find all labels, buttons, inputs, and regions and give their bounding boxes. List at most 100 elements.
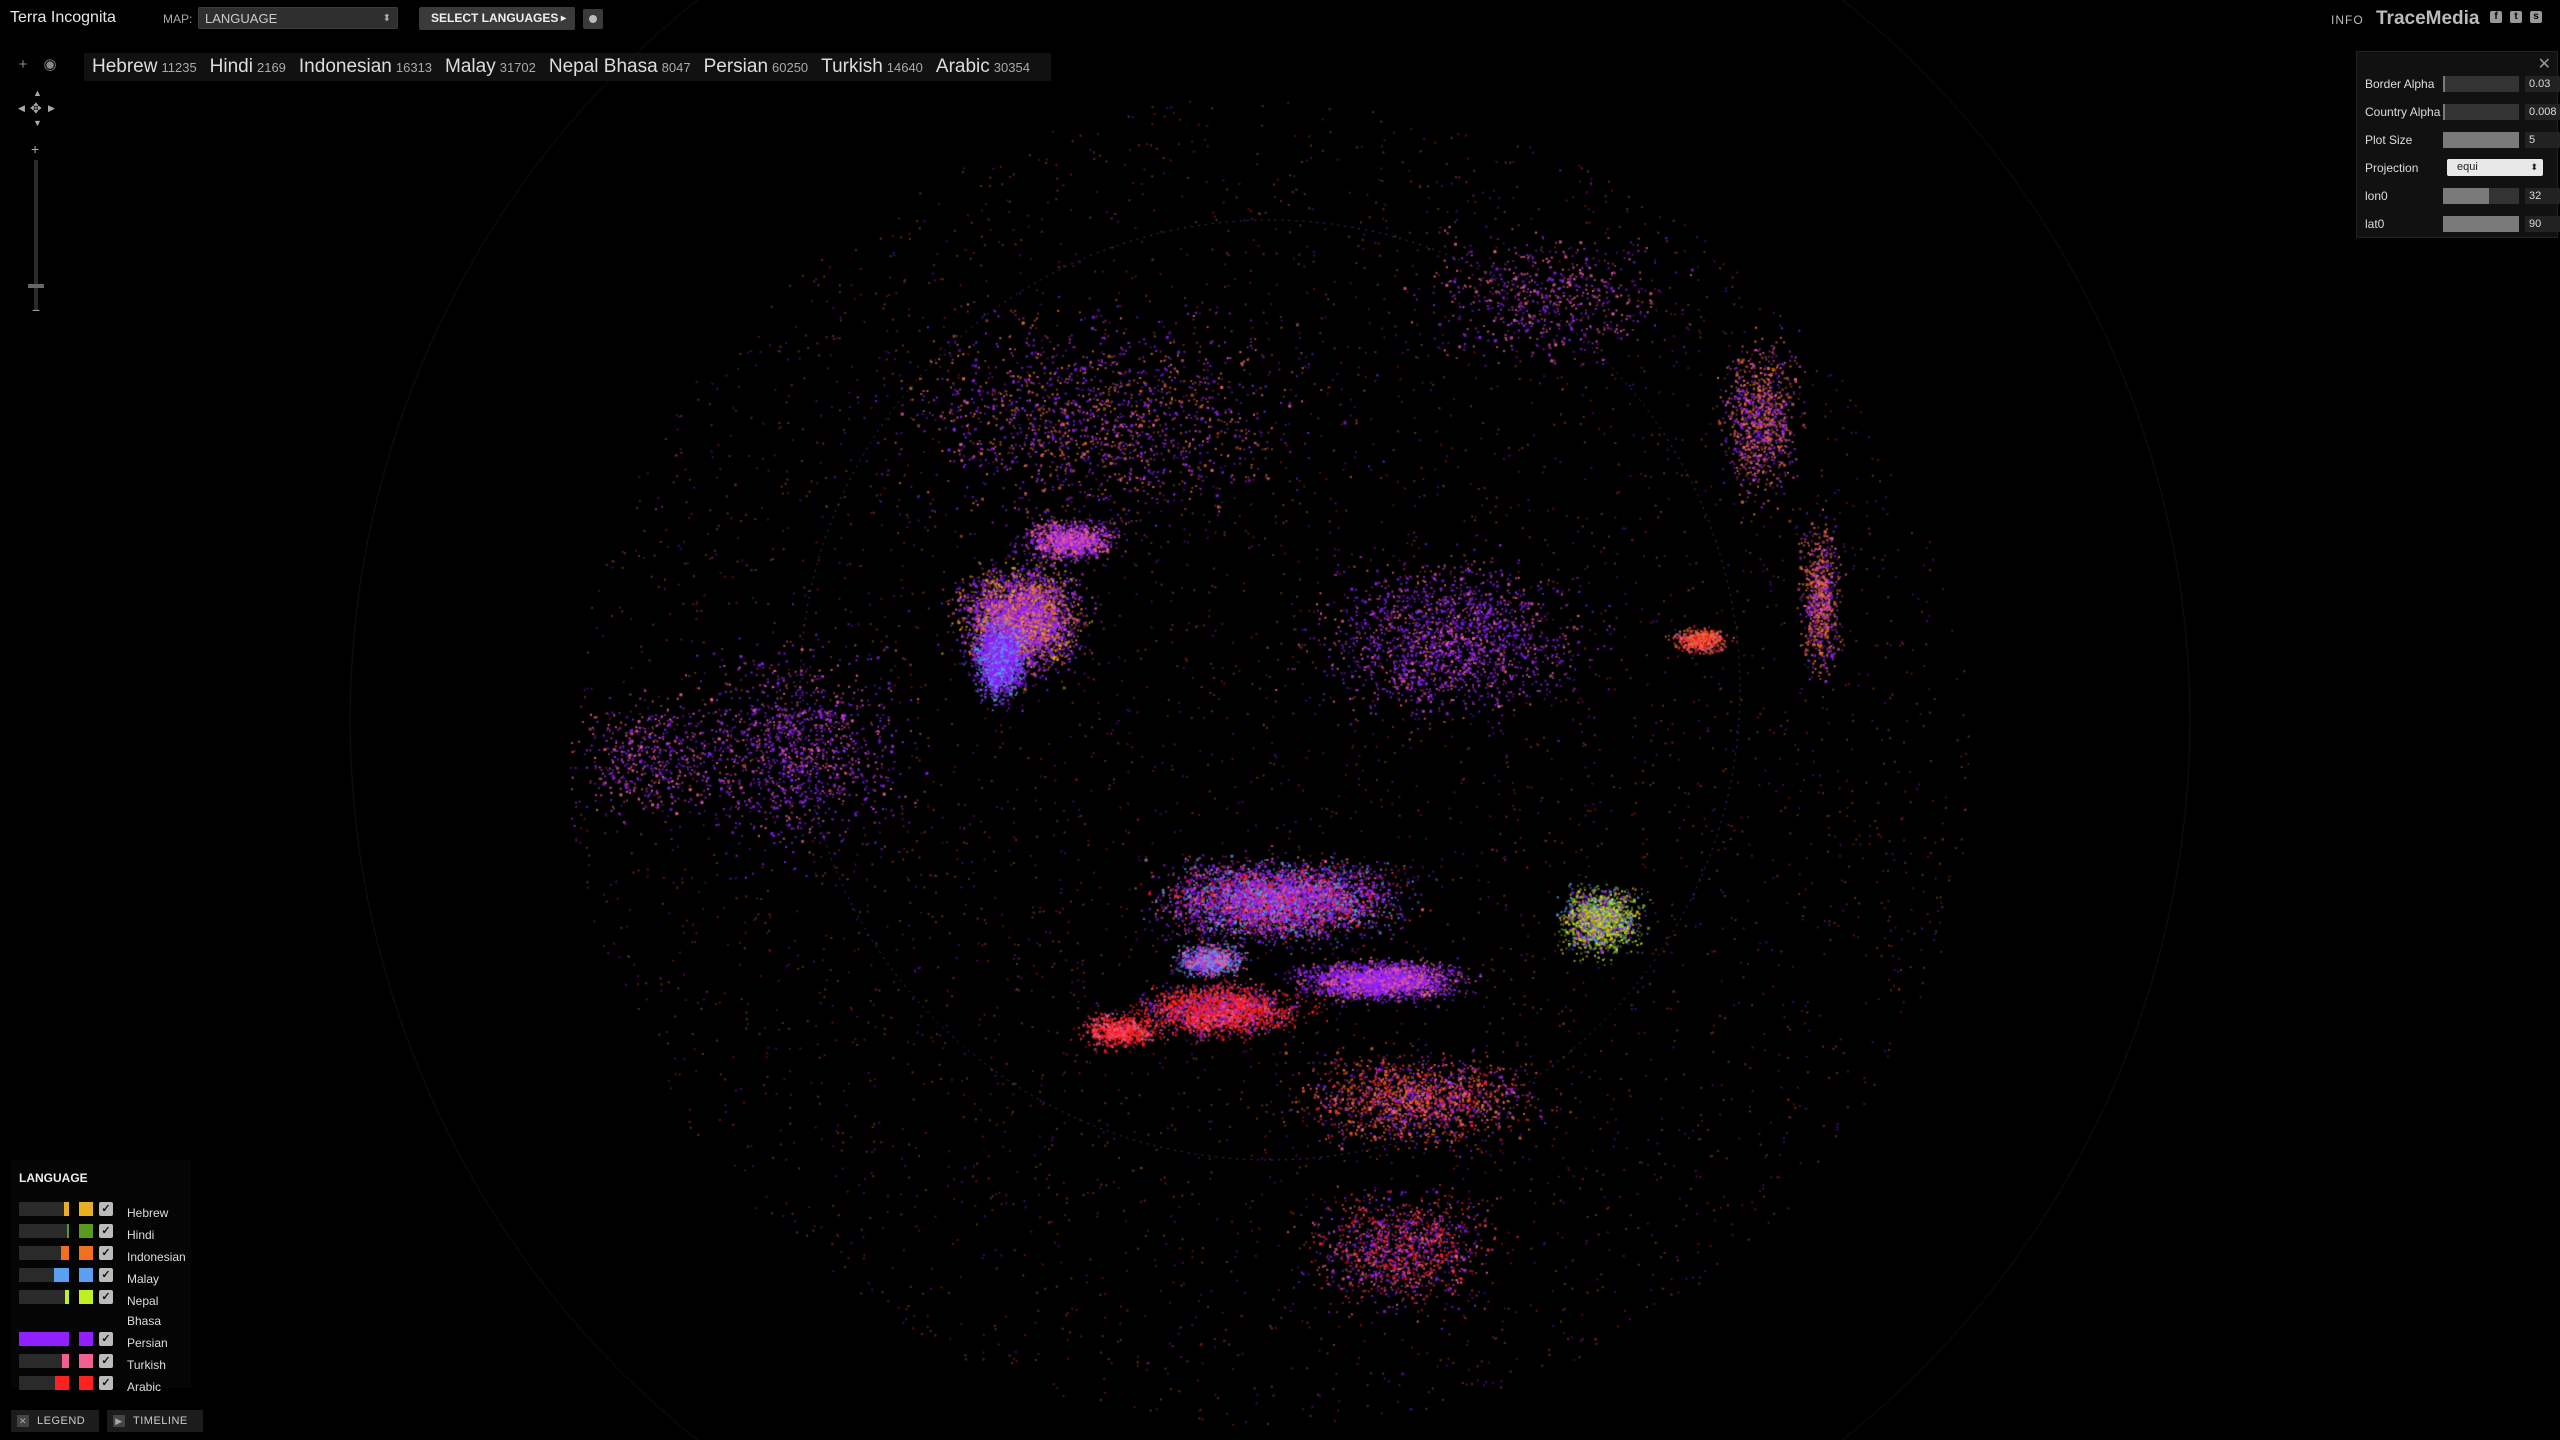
pan-down-icon[interactable]: ▼	[33, 118, 42, 128]
facebook-icon[interactable]: f	[2490, 11, 2502, 23]
timeline-button[interactable]: ▶ TIMELINE	[107, 1410, 203, 1432]
checkbox[interactable]: ✓	[99, 1354, 113, 1368]
border-alpha-fill	[2443, 76, 2445, 92]
projection-row: Projection equi ⬍	[2365, 157, 2555, 177]
eye-icon[interactable]: ◉	[39, 57, 61, 73]
legend-bar-track	[19, 1246, 69, 1260]
checkbox[interactable]: ✓	[99, 1268, 113, 1282]
color-swatch[interactable]	[79, 1202, 93, 1216]
checkbox[interactable]: ✓	[99, 1224, 113, 1238]
color-swatch[interactable]	[79, 1290, 93, 1304]
legend-label: Nepal Bhasa	[127, 1294, 162, 1328]
select-caret-icon: ⬍	[2530, 162, 2538, 172]
lon0-row: lon0 32	[2365, 185, 2560, 205]
legend-row-hindi[interactable]: ✓ Hindi	[19, 1222, 189, 1242]
map-select[interactable]: LANGUAGE ⬍	[198, 7, 398, 29]
lang-entry-hindi[interactable]: Hindi 2169	[210, 53, 286, 82]
country-alpha-slider[interactable]	[2443, 104, 2519, 120]
zoom-out-icon[interactable]: −	[32, 302, 40, 318]
checkbox[interactable]: ✓	[99, 1202, 113, 1216]
legend-button[interactable]: ✕ LEGEND	[11, 1410, 99, 1432]
plot-size-value[interactable]: 5	[2525, 132, 2560, 148]
close-icon: ✕	[17, 1415, 29, 1428]
plus-icon[interactable]: +	[12, 57, 34, 73]
lat0-slider[interactable]	[2443, 216, 2519, 232]
plot-size-slider[interactable]	[2443, 132, 2519, 148]
zoom-in-icon[interactable]: +	[31, 141, 39, 157]
pan-left-icon[interactable]: ◀	[18, 103, 25, 114]
legend-row-persian[interactable]: ✓ Persian	[19, 1330, 189, 1350]
projection-select[interactable]: equi ⬍	[2447, 159, 2543, 176]
twitter-icon[interactable]: t	[2510, 11, 2522, 23]
checkbox[interactable]: ✓	[99, 1376, 113, 1390]
pan-up-icon[interactable]: ▲	[33, 88, 42, 98]
color-swatch[interactable]	[79, 1332, 93, 1346]
share-icon[interactable]: s	[2530, 11, 2542, 23]
zoom-slider-handle[interactable]	[28, 284, 44, 288]
legend-label: Persian	[127, 1336, 168, 1350]
lang-entry-arabic[interactable]: Arabic 30354	[936, 53, 1030, 82]
legend-bar-track	[19, 1354, 69, 1368]
clear-button[interactable]	[583, 9, 603, 29]
legend-label: Malay	[127, 1272, 160, 1286]
brand-logo[interactable]: TraceMedia	[2376, 8, 2480, 30]
pan-control[interactable]: ▲ ◀ ✥ ▶ ▼	[18, 88, 56, 130]
top-bar: Terra Incognita MAP: LANGUAGE ⬍ SELECT L…	[0, 0, 2560, 40]
lat0-value[interactable]: 90	[2525, 216, 2560, 232]
chevron-right-icon: ▸	[560, 13, 566, 24]
pan-right-icon[interactable]: ▶	[48, 103, 55, 114]
lang-entry-indonesian[interactable]: Indonesian 16313	[299, 53, 432, 82]
select-caret-icon: ⬍	[382, 13, 391, 24]
legend-panel: LANGUAGE ✓ Hebrew ✓ Hindi ✓ Indonesian ✓ Malay ✓…	[11, 1160, 191, 1394]
color-swatch[interactable]	[79, 1224, 93, 1238]
selected-languages-strip: Hebrew 11235 Hindi 2169 Indonesian 16313 Ma…	[84, 53, 1051, 81]
select-languages-button[interactable]: SELECT LANGUAGES ▸	[419, 7, 575, 30]
legend-bar-track	[19, 1224, 69, 1238]
color-swatch[interactable]	[79, 1376, 93, 1390]
info-link[interactable]: INFO	[2331, 13, 2364, 27]
select-languages-label: SELECT LANGUAGES	[431, 11, 559, 25]
color-swatch[interactable]	[79, 1246, 93, 1260]
map-select-value: LANGUAGE	[205, 11, 278, 26]
checkbox[interactable]: ✓	[99, 1332, 113, 1346]
legend-row-nepal-bhasa[interactable]: ✓ Nepal Bhasa	[19, 1288, 189, 1328]
close-icon[interactable]: ✕	[2538, 54, 2551, 74]
lang-entry-turkish[interactable]: Turkish 14640	[821, 53, 923, 82]
lang-entry-persian[interactable]: Persian 60250	[704, 53, 809, 82]
color-swatch[interactable]	[79, 1268, 93, 1282]
legend-bar-track	[19, 1268, 69, 1282]
legend-bar-track	[19, 1332, 69, 1346]
projection-label: Projection	[2365, 161, 2419, 175]
pan-arrows-icon[interactable]: ✥	[30, 100, 42, 117]
lon0-slider[interactable]	[2443, 188, 2519, 204]
border-alpha-slider[interactable]	[2443, 76, 2519, 92]
legend-bar	[19, 1332, 69, 1346]
legend-bar	[65, 1290, 69, 1304]
play-icon: ▶	[113, 1415, 125, 1428]
legend-label: Hindi	[127, 1228, 155, 1242]
legend-row-turkish[interactable]: ✓ Turkish	[19, 1352, 189, 1372]
lang-entry-nepal-bhasa[interactable]: Nepal Bhasa 8047	[549, 53, 691, 82]
legend-row-hebrew[interactable]: ✓ Hebrew	[19, 1200, 189, 1220]
checkbox[interactable]: ✓	[99, 1290, 113, 1304]
lon0-label: lon0	[2365, 189, 2388, 203]
legend-bar-track	[19, 1202, 69, 1216]
map-canvas[interactable]	[0, 0, 2560, 1440]
legend-bar-track	[19, 1290, 69, 1304]
border-alpha-value[interactable]: 0.03	[2525, 76, 2560, 92]
legend-bar-track	[19, 1376, 69, 1390]
legend-label: Turkish	[127, 1358, 166, 1372]
legend-row-arabic[interactable]: ✓ Arabic	[19, 1374, 189, 1394]
lon0-value[interactable]: 32	[2525, 188, 2560, 204]
legend-bar	[67, 1224, 69, 1238]
lang-entry-malay[interactable]: Malay 31702	[445, 53, 536, 82]
app-title: Terra Incognita	[10, 9, 116, 26]
lang-entry-hebrew[interactable]: Hebrew 11235	[92, 53, 197, 82]
legend-bar	[55, 1376, 69, 1390]
country-alpha-value[interactable]: 0.008	[2525, 104, 2560, 120]
legend-row-indonesian[interactable]: ✓ Indonesian	[19, 1244, 189, 1264]
color-swatch[interactable]	[79, 1354, 93, 1368]
checkbox[interactable]: ✓	[99, 1246, 113, 1260]
legend-bar	[61, 1246, 69, 1260]
legend-row-malay[interactable]: ✓ Malay	[19, 1266, 189, 1286]
